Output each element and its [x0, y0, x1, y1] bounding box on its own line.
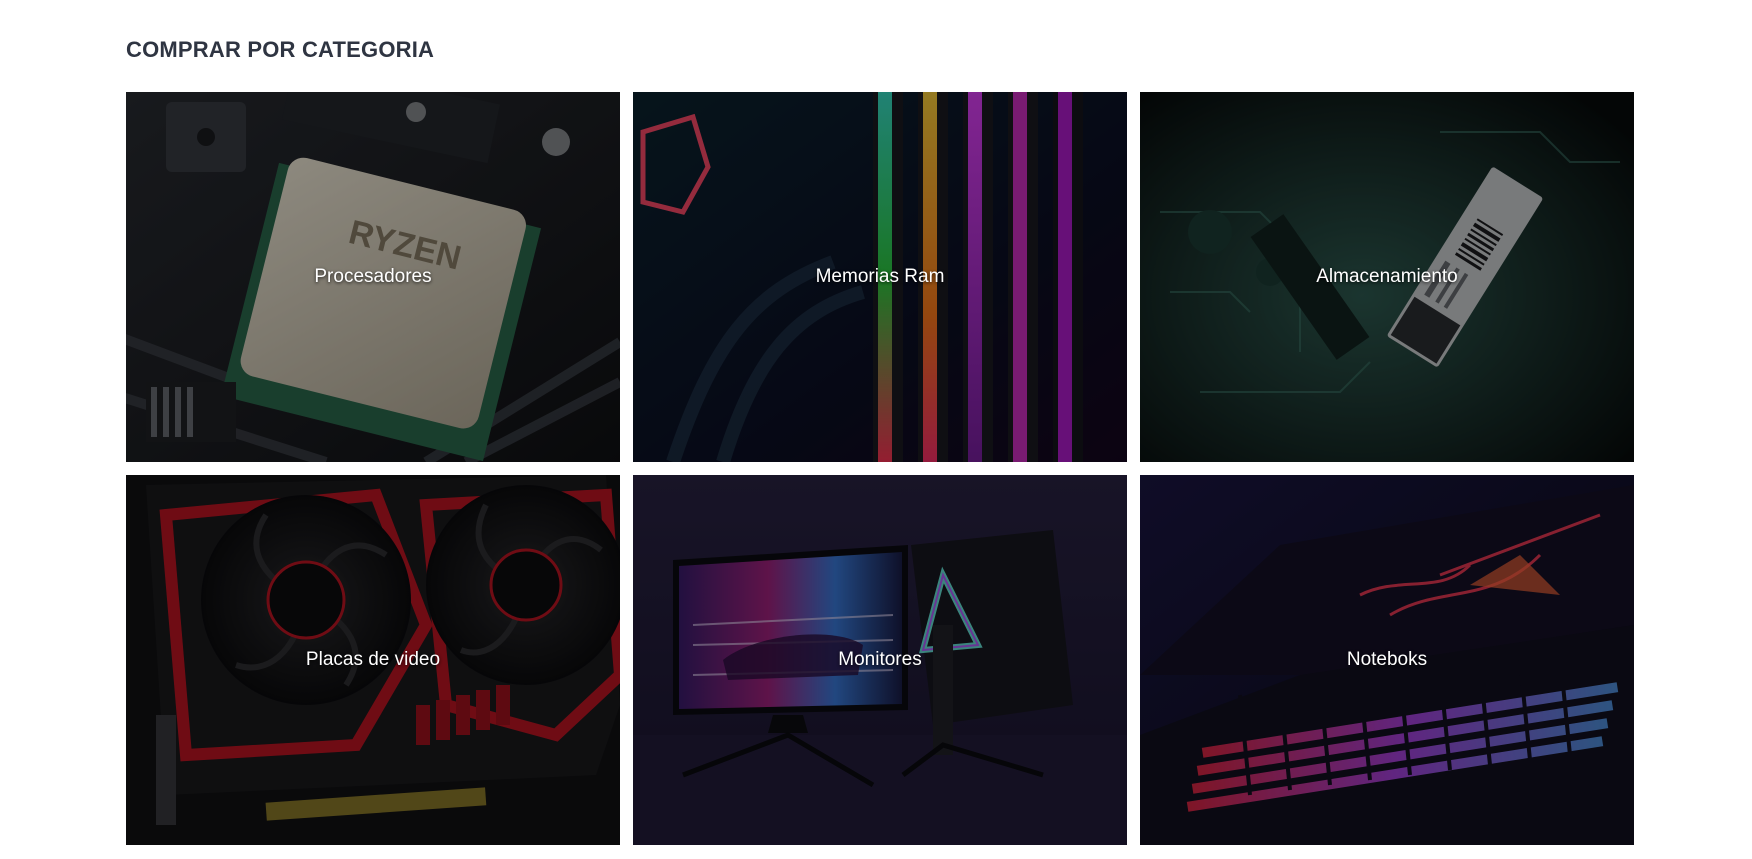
category-label: Monitores: [838, 649, 922, 670]
category-label: Almacenamiento: [1316, 266, 1458, 287]
category-grid: RYZEN Procesadores Memorias Ram Almacena…: [126, 92, 1634, 845]
category-card-almacenamiento[interactable]: Almacenamiento: [1140, 92, 1634, 462]
category-card-noteboks[interactable]: Noteboks: [1140, 475, 1634, 845]
category-card-placas-de-video[interactable]: Placas de video: [126, 475, 620, 845]
category-label: Placas de video: [305, 649, 441, 670]
category-label: Procesadores: [314, 266, 432, 287]
category-label: Noteboks: [1346, 649, 1428, 670]
category-card-monitores[interactable]: Monitores: [633, 475, 1127, 845]
section-title: COMPRAR POR CATEGORIA: [126, 37, 435, 62]
category-label: Memorias Ram: [815, 266, 945, 287]
category-card-procesadores[interactable]: RYZEN Procesadores: [126, 92, 620, 462]
category-card-memorias-ram[interactable]: Memorias Ram: [633, 92, 1127, 462]
